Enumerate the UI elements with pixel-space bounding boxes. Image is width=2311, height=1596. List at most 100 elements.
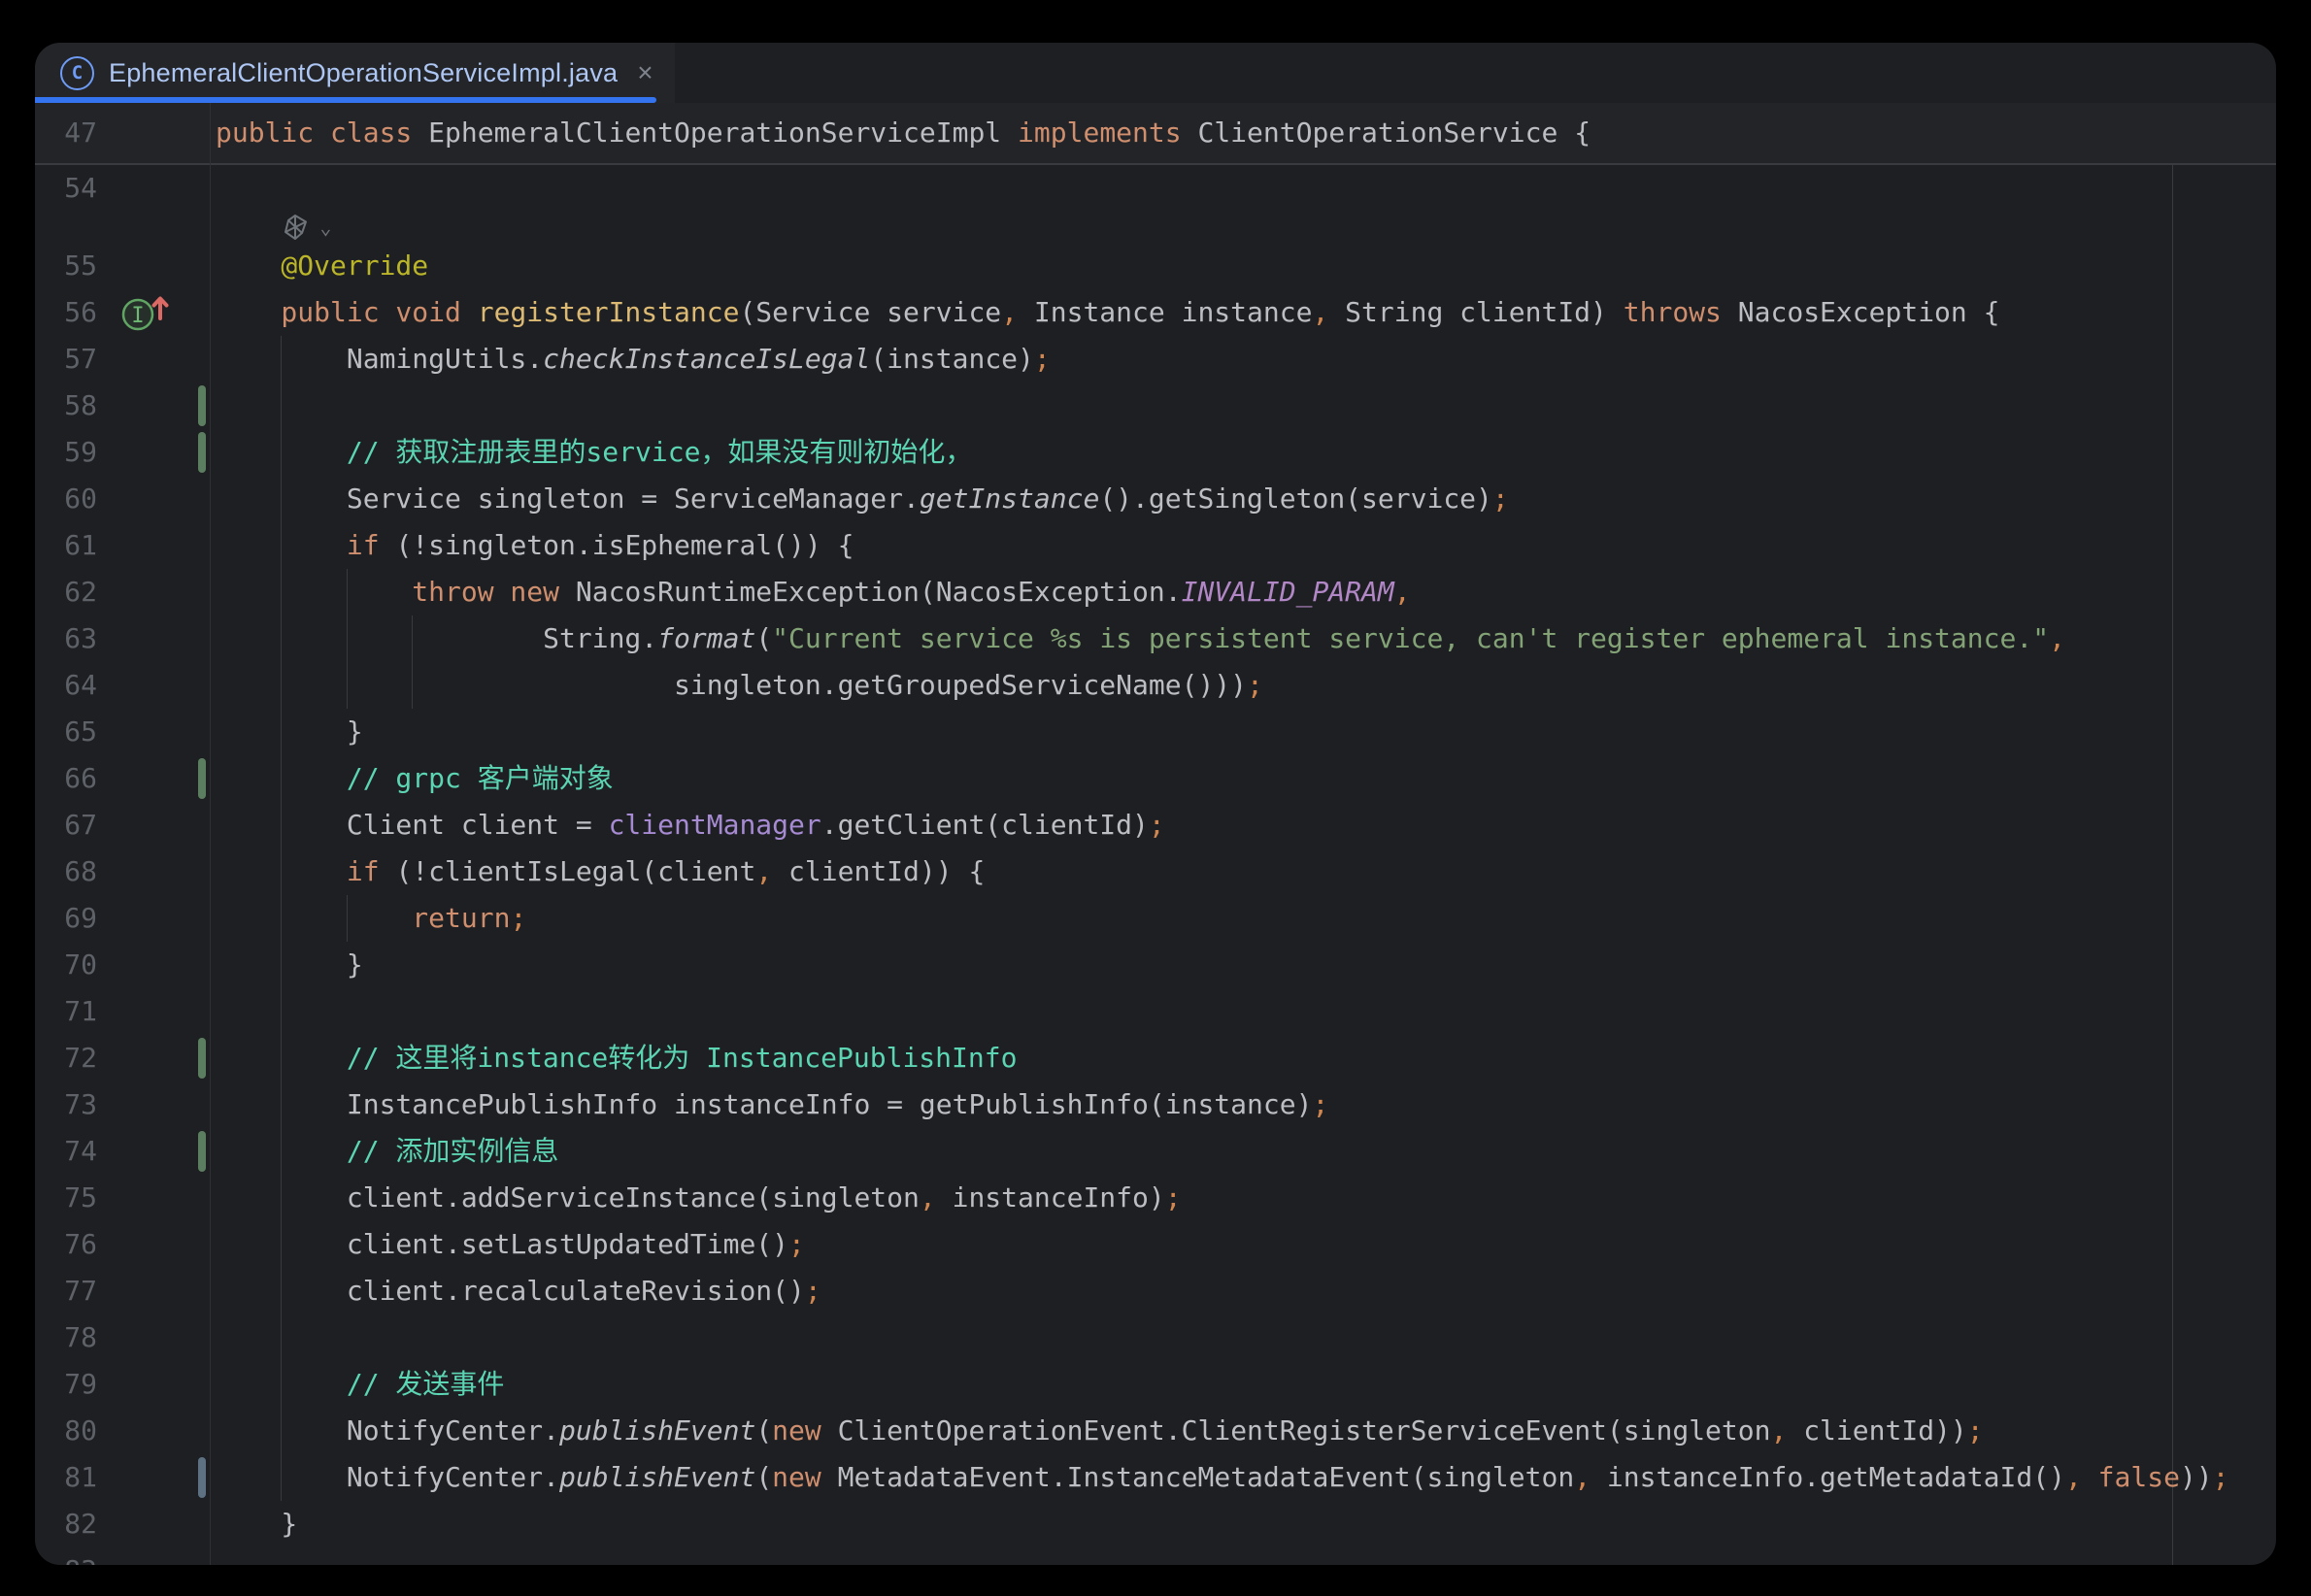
code-token: String. — [543, 622, 657, 654]
code-line[interactable]: 69return; — [35, 895, 2276, 942]
line-number[interactable]: 58 — [35, 382, 97, 429]
code-token: // 添加实例信息 — [347, 1135, 559, 1167]
code-token: MetadataEvent.InstanceMetadataEvent(sing… — [838, 1461, 1575, 1493]
code-text[interactable]: String.format("Current service %s is per… — [35, 615, 2276, 662]
code-token: checkInstanceIsLegal — [543, 343, 870, 375]
code-token: client.setLastUpdatedTime() — [347, 1228, 788, 1260]
code-line[interactable]: 54 — [35, 165, 2276, 212]
code-text[interactable]: public void registerInstance(Service ser… — [35, 289, 2276, 336]
code-text[interactable]: if (!clientIsLegal(client, clientId)) { — [35, 848, 2276, 895]
code-line[interactable]: 59// 获取注册表里的service，如果没有则初始化， — [35, 429, 2276, 476]
code-line[interactable]: 65} — [35, 709, 2276, 755]
code-token: , — [2065, 1461, 2082, 1493]
code-token: ; — [1312, 1088, 1328, 1120]
code-line[interactable]: 58 — [35, 382, 2276, 429]
code-line[interactable]: 62throw new NacosRuntimeException(NacosE… — [35, 569, 2276, 615]
code-text[interactable]: } — [35, 1501, 2276, 1547]
code-text[interactable]: // 发送事件 — [35, 1361, 2276, 1408]
code-token: , — [2049, 622, 2065, 654]
code-line[interactable]: 68if (!clientIsLegal(client, clientId)) … — [35, 848, 2276, 895]
code-token: String clientId) — [1328, 296, 1623, 328]
code-token: } — [281, 1508, 297, 1540]
code-text[interactable]: } — [35, 942, 2276, 988]
code-token: , — [1574, 1461, 1591, 1493]
code-line[interactable]: 75client.addServiceInstance(singleton, i… — [35, 1175, 2276, 1221]
code-editor[interactable]: 54 ⌄ 55@Override56Ipublic void registerIns… — [35, 165, 2276, 1565]
code-line[interactable]: 79// 发送事件 — [35, 1361, 2276, 1408]
code-token: , — [755, 855, 772, 887]
code-text[interactable]: NamingUtils.checkInstanceIsLegal(instanc… — [35, 336, 2276, 382]
code-text[interactable]: singleton.getGroupedServiceName())); — [35, 662, 2276, 709]
code-line[interactable]: 55@Override — [35, 243, 2276, 289]
code-line[interactable]: 72// 这里将instance转化为 InstancePublishInfo — [35, 1035, 2276, 1081]
code-line[interactable]: 57NamingUtils.checkInstanceIsLegal(insta… — [35, 336, 2276, 382]
code-text[interactable]: throw new NacosRuntimeException(NacosExc… — [35, 569, 2276, 615]
sticky-code-text[interactable]: public class EphemeralClientOperationSer… — [35, 103, 1591, 163]
code-text[interactable]: NotifyCenter.publishEvent(new MetadataEv… — [35, 1454, 2276, 1501]
code-token: INVALID_PARAM — [1182, 576, 1394, 608]
code-token: format — [657, 622, 755, 654]
code-line[interactable]: 81NotifyCenter.publishEvent(new Metadata… — [35, 1454, 2276, 1501]
code-text[interactable]: client.recalculateRevision(); — [35, 1268, 2276, 1314]
code-text[interactable]: Service singleton = ServiceManager.getIn… — [35, 476, 2276, 522]
code-line[interactable]: 61if (!singleton.isEphemeral()) { — [35, 522, 2276, 569]
code-token: ; — [510, 902, 526, 934]
code-line[interactable]: 64singleton.getGroupedServiceName())); — [35, 662, 2276, 709]
code-text[interactable]: if (!singleton.isEphemeral()) { — [35, 522, 2276, 569]
code-text[interactable]: // grpc 客户端对象 — [35, 755, 2276, 802]
code-token: NotifyCenter. — [347, 1414, 559, 1446]
line-number[interactable]: 71 — [35, 988, 97, 1035]
line-number[interactable]: 54 — [35, 165, 97, 212]
code-text[interactable]: Client client = clientManager.getClient(… — [35, 802, 2276, 848]
code-text[interactable]: // 获取注册表里的service，如果没有则初始化， — [35, 429, 2276, 476]
code-line[interactable]: 67Client client = clientManager.getClien… — [35, 802, 2276, 848]
code-token: (instance) — [870, 343, 1034, 375]
chevron-down-icon[interactable]: ⌄ — [319, 216, 331, 239]
code-line[interactable]: 60Service singleton = ServiceManager.get… — [35, 476, 2276, 522]
ai-code-vision-icon[interactable]: ⌄ — [281, 212, 331, 243]
code-line[interactable]: 83 — [35, 1547, 2276, 1565]
change-marker-added[interactable] — [198, 385, 206, 426]
code-text[interactable]: // 添加实例信息 — [35, 1128, 2276, 1175]
code-token: throw new — [412, 576, 576, 608]
code-text[interactable]: return; — [35, 895, 2276, 942]
code-token: client.addServiceInstance(singleton — [347, 1181, 920, 1214]
code-line[interactable]: 63String.format("Current service %s is p… — [35, 615, 2276, 662]
code-line[interactable]: 70} — [35, 942, 2276, 988]
code-token: if — [347, 855, 396, 887]
code-token: ; — [805, 1275, 821, 1307]
code-token: singleton.getGroupedServiceName())) — [674, 669, 1247, 701]
code-line[interactable]: 73InstancePublishInfo instanceInfo = get… — [35, 1081, 2276, 1128]
code-line[interactable]: 56Ipublic void registerInstance(Service … — [35, 289, 2276, 336]
code-line[interactable]: 82} — [35, 1501, 2276, 1547]
code-token: NotifyCenter. — [347, 1461, 559, 1493]
java-class-icon: C — [60, 56, 94, 90]
code-token: ; — [1034, 343, 1051, 375]
code-line[interactable]: 74// 添加实例信息 — [35, 1128, 2276, 1175]
code-line[interactable]: 66// grpc 客户端对象 — [35, 755, 2276, 802]
code-line[interactable]: 71 — [35, 988, 2276, 1035]
code-token: (!clientIsLegal(client — [395, 855, 755, 887]
code-token: , — [1394, 576, 1411, 608]
tab-close-icon[interactable]: × — [637, 59, 653, 86]
code-text[interactable]: } — [35, 709, 2276, 755]
code-text[interactable]: InstancePublishInfo instanceInfo = getPu… — [35, 1081, 2276, 1128]
code-text[interactable]: @Override — [35, 243, 2276, 289]
code-token: publishEvent — [559, 1461, 755, 1493]
code-token: NamingUtils. — [347, 343, 543, 375]
code-text[interactable]: client.setLastUpdatedTime(); — [35, 1221, 2276, 1268]
code-token: ( — [755, 1461, 772, 1493]
code-token: , — [1770, 1414, 1787, 1446]
code-text[interactable]: NotifyCenter.publishEvent(new ClientOper… — [35, 1408, 2276, 1454]
code-line[interactable]: 80NotifyCenter.publishEvent(new ClientOp… — [35, 1408, 2276, 1454]
code-token: new — [772, 1414, 837, 1446]
code-line[interactable]: 77client.recalculateRevision(); — [35, 1268, 2276, 1314]
code-line[interactable]: 76client.setLastUpdatedTime(); — [35, 1221, 2276, 1268]
line-number[interactable]: 78 — [35, 1314, 97, 1361]
tab-ephemeral-client-operation-service-impl[interactable]: C EphemeralClientOperationServiceImpl.ja… — [35, 43, 675, 103]
code-text[interactable]: // 这里将instance转化为 InstancePublishInfo — [35, 1035, 2276, 1081]
code-line[interactable]: 78 — [35, 1314, 2276, 1361]
line-number[interactable]: 83 — [35, 1547, 97, 1565]
code-text[interactable]: client.addServiceInstance(singleton, ins… — [35, 1175, 2276, 1221]
sticky-header-line[interactable]: 47 public class EphemeralClientOperation… — [35, 103, 2276, 165]
